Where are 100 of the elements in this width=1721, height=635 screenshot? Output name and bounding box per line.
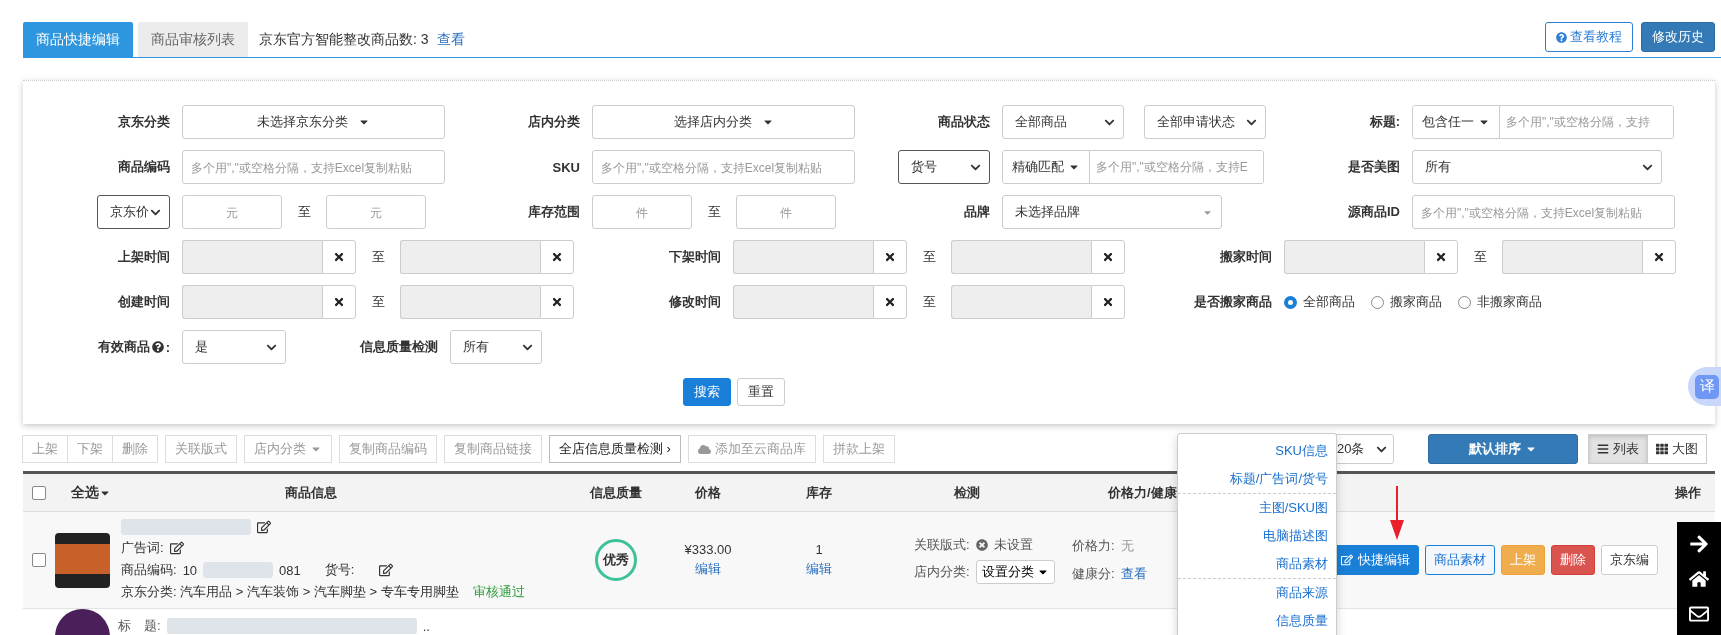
range-from-field[interactable]: 元 [182, 195, 282, 229]
view-toggle[interactable]: 大图 [1647, 434, 1707, 464]
field-label: 信息质量检测 [360, 338, 438, 356]
clear-button[interactable] [873, 240, 907, 274]
field-label: 价格力: [1072, 537, 1115, 555]
category-path: 京东分类: 汽车用品 > 汽车装饰 > 汽车脚垫 > 专车专用脚垫 [121, 583, 459, 601]
radio-option[interactable]: 非搬家商品 [1458, 293, 1542, 311]
price-type-select[interactable]: 京东价 [97, 195, 170, 229]
clear-button[interactable] [1091, 285, 1125, 319]
date-field[interactable] [733, 285, 873, 319]
clear-button[interactable] [322, 240, 356, 274]
clear-button[interactable] [322, 285, 356, 319]
field-label: 上架时间 [118, 248, 170, 266]
view-link[interactable]: 查看 [1120, 565, 1147, 583]
translate-button[interactable]: 译 [1688, 367, 1721, 406]
edit-link[interactable]: 编辑 [806, 560, 832, 578]
category-picker[interactable]: 选择店内分类 [592, 105, 855, 139]
radio-option[interactable]: 搬家商品 [1371, 293, 1442, 311]
range-to-field[interactable]: 元 [326, 195, 426, 229]
close-icon [1435, 251, 1447, 263]
field-label: SKU [552, 159, 580, 175]
toolbar-button[interactable]: 关联版式 [165, 435, 237, 463]
edit-icon[interactable] [378, 563, 393, 577]
field-label: 商品编码 [118, 158, 170, 176]
close-icon [333, 251, 345, 263]
date-field[interactable] [951, 240, 1091, 274]
field-label: 有效商品 [97, 338, 150, 356]
quality-badge: 优秀 [595, 539, 637, 581]
column-header: 价格 [695, 483, 721, 502]
date-field[interactable] [733, 240, 873, 274]
date-field[interactable] [400, 285, 540, 319]
option-select[interactable]: 所有 [450, 330, 542, 364]
ellipsis-text: .. [422, 618, 430, 634]
toolbar-button[interactable]: 全店信息质量检测 › [549, 435, 681, 463]
clear-button[interactable] [1091, 240, 1125, 274]
option-select[interactable]: 是 [182, 330, 286, 364]
toolbar-button[interactable]: 复制商品链接 [444, 435, 542, 463]
search-button[interactable]: 搜索 [683, 378, 731, 406]
grid-icon [1656, 443, 1668, 455]
clear-button[interactable] [540, 285, 574, 319]
date-field[interactable] [400, 240, 540, 274]
menu-item[interactable]: 信息质量 [1178, 607, 1336, 635]
title-filter-field[interactable]: 包含任一 多个用","或空格分隔，支持 [1412, 105, 1674, 139]
field-label: 创建时间 [118, 293, 170, 311]
reset-button[interactable]: 重置 [737, 378, 785, 406]
toolbar-button[interactable]: 拼款上架 [822, 435, 895, 463]
sort-button[interactable]: 默认排序 [1428, 434, 1578, 464]
date-field[interactable] [182, 285, 322, 319]
match-filter-field[interactable]: 精确匹配 多个用","或空格分隔，支持E [1002, 150, 1264, 184]
set-category-button[interactable]: 设置分类 [975, 560, 1055, 584]
toolbar-button[interactable]: 删除 [112, 435, 158, 463]
history-button[interactable]: 修改历史 [1641, 22, 1715, 52]
edit-icon[interactable] [257, 520, 271, 534]
status-select[interactable]: 全部申请状态 [1144, 105, 1266, 139]
home-icon[interactable] [1689, 568, 1709, 589]
clear-button[interactable] [873, 285, 907, 319]
category-picker[interactable]: 未选择京东分类 [182, 105, 445, 139]
tutorial-button[interactable]: 查看教程 [1545, 22, 1633, 52]
date-field[interactable] [1284, 240, 1424, 274]
toolbar-button[interactable]: 复制商品编码 [339, 435, 437, 463]
toolbar-button[interactable]: 添加至云商品库 [687, 435, 816, 463]
input-field[interactable]: 多个用","或空格分隔，支持Excel复制粘贴 [592, 150, 855, 184]
date-field[interactable] [182, 240, 322, 274]
toolbar-button[interactable]: 下架 [67, 435, 113, 463]
clear-button[interactable] [540, 240, 574, 274]
clear-button[interactable] [1642, 240, 1676, 274]
range-separator: 至 [370, 293, 386, 311]
column-header: 库存 [806, 483, 832, 502]
range-from-field[interactable]: 件 [592, 195, 692, 229]
status-select[interactable]: 全部商品 [1002, 105, 1124, 139]
date-field[interactable] [951, 285, 1091, 319]
menu-item[interactable]: 商品来源 [1178, 579, 1336, 607]
edit-link[interactable]: 编辑 [695, 560, 721, 578]
select-all-dropdown[interactable]: 全选 [65, 482, 117, 503]
close-icon [884, 251, 896, 263]
input-field[interactable]: 多个用","或空格分隔，支持Excel复制粘贴 [1412, 195, 1675, 229]
radio-option[interactable]: 全部商品 [1284, 293, 1355, 311]
option-select[interactable]: 所有 [1412, 150, 1662, 184]
tab[interactable]: 商品快捷编辑 [23, 22, 133, 57]
checkbox[interactable] [32, 485, 46, 500]
menu-item[interactable]: 标题/广告词/货号 [1178, 465, 1336, 493]
arrow-right-icon[interactable] [1689, 533, 1709, 554]
column-header: 检测 [954, 483, 980, 502]
toolbar-button[interactable]: 上架 [22, 435, 68, 463]
input-field[interactable]: 多个用","或空格分隔，支持Excel复制粘贴 [182, 150, 445, 184]
date-field[interactable] [1502, 240, 1642, 274]
checkbox[interactable] [32, 553, 46, 567]
tab[interactable]: 商品审核列表 [138, 22, 248, 57]
brand-select[interactable]: 未选择品牌 [1002, 195, 1222, 229]
edit-icon[interactable] [169, 541, 184, 555]
menu-item[interactable]: 主图/SKU图 [1178, 494, 1336, 522]
view-link[interactable]: 查看 [436, 30, 465, 49]
range-to-field[interactable]: 件 [736, 195, 836, 229]
action-button[interactable]: 京东编 [1601, 545, 1658, 575]
view-toggle[interactable]: 列表 [1588, 434, 1648, 464]
field-type-select[interactable]: 货号 [898, 150, 990, 184]
clear-button[interactable] [1424, 240, 1458, 274]
action-button[interactable]: 删除 [1551, 545, 1595, 575]
action-button[interactable]: 商品素材 [1425, 545, 1495, 575]
toolbar-button[interactable]: 店内分类 [244, 435, 332, 463]
